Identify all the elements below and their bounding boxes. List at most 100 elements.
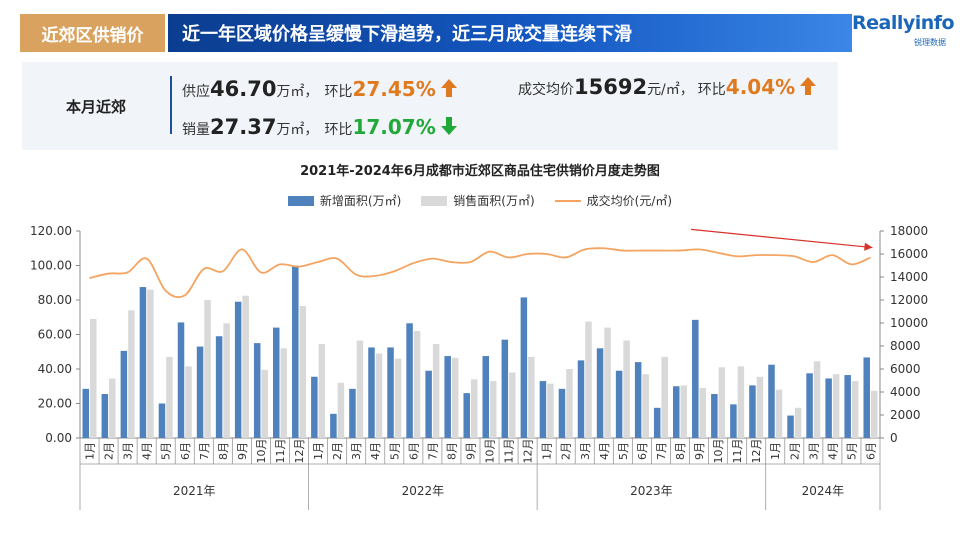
right-axis-tick-label: 18000 bbox=[890, 224, 928, 238]
left-axis-tick-label: 80.00 bbox=[38, 293, 72, 307]
sales-area-bar bbox=[280, 348, 287, 438]
new-area-bar bbox=[730, 404, 737, 438]
sales-area-bar bbox=[661, 356, 668, 438]
new-area-bar bbox=[844, 375, 851, 438]
supply-mom-value: 27.45% bbox=[352, 77, 436, 101]
month-label: 10月 bbox=[255, 439, 268, 464]
month-label: 9月 bbox=[693, 442, 706, 460]
sales-area-bar bbox=[509, 372, 516, 438]
new-area-bar bbox=[101, 394, 109, 438]
right-axis-tick-label: 0 bbox=[890, 431, 898, 445]
month-label: 7月 bbox=[198, 442, 211, 460]
supply-mom-prefix: 环比 bbox=[324, 84, 353, 100]
supply-sales-price-chart: 2021年-2024年6月成都市近郊区商品住宅供销价月度走势图 新增面积(万㎡)… bbox=[0, 150, 960, 540]
sales-area-bar bbox=[490, 381, 497, 438]
new-area-bar bbox=[806, 373, 813, 438]
new-area-bar bbox=[692, 319, 699, 438]
sales-area-bar bbox=[242, 295, 249, 438]
sales-area-bar bbox=[185, 366, 192, 438]
new-area-bar bbox=[215, 336, 223, 438]
month-label: 8月 bbox=[674, 442, 687, 460]
sales-area-bar bbox=[547, 383, 554, 438]
month-label: 3月 bbox=[807, 442, 820, 460]
sales-area-bar bbox=[813, 361, 821, 438]
month-label: 12月 bbox=[522, 439, 535, 464]
sales-area-bar bbox=[699, 387, 707, 438]
month-label: 10月 bbox=[712, 439, 725, 464]
new-area-bar bbox=[653, 407, 661, 438]
price-value: 15692 bbox=[574, 75, 648, 99]
avg-price-line bbox=[89, 247, 871, 299]
month-label: 3月 bbox=[350, 442, 363, 460]
month-label: 10月 bbox=[484, 439, 497, 464]
sales-area-bar bbox=[90, 318, 97, 438]
new-area-bar bbox=[387, 347, 394, 438]
sales-area-bar bbox=[261, 369, 268, 438]
month-label: 4月 bbox=[141, 442, 154, 460]
sales-area-bar bbox=[109, 378, 116, 438]
month-label: 1月 bbox=[541, 442, 554, 460]
month-label: 7月 bbox=[426, 442, 439, 460]
month-label: 5月 bbox=[845, 442, 858, 460]
month-label: 4月 bbox=[369, 442, 382, 460]
sales-area-bar bbox=[394, 358, 402, 438]
month-label: 1月 bbox=[312, 442, 325, 460]
new-area-bar bbox=[349, 388, 356, 438]
sales-mom-prefix: 环比 bbox=[324, 122, 353, 138]
sales-area-bar bbox=[375, 353, 383, 438]
sales-area-bar bbox=[147, 289, 154, 438]
sales-area-bar bbox=[451, 357, 459, 438]
new-area-bar bbox=[444, 356, 451, 438]
right-axis-tick-label: 2000 bbox=[890, 408, 921, 422]
price-mom-prefix: 环比 bbox=[697, 82, 726, 98]
year-label: 2023年 bbox=[630, 484, 673, 498]
new-area-bar bbox=[787, 415, 794, 438]
sales-area-bar bbox=[299, 306, 307, 438]
sales-area-bar bbox=[680, 385, 687, 438]
sales-prefix: 销量 bbox=[182, 122, 210, 138]
sales-area-bar bbox=[585, 321, 592, 438]
sales-area-bar bbox=[832, 374, 840, 438]
sales-area-bar bbox=[718, 367, 726, 438]
header-title: 近一年区域价格呈缓慢下滑趋势，近三月成交量连续下滑 bbox=[168, 14, 852, 52]
sales-mom-value: 17.07% bbox=[352, 115, 436, 139]
new-area-bar bbox=[711, 394, 718, 438]
month-label: 3月 bbox=[122, 442, 135, 460]
new-area-bar bbox=[673, 386, 680, 438]
new-area-bar bbox=[615, 370, 623, 438]
year-label: 2022年 bbox=[402, 484, 445, 498]
sales-area-bar bbox=[318, 343, 326, 438]
month-label: 5月 bbox=[388, 442, 401, 460]
month-label: 5月 bbox=[160, 442, 173, 460]
new-area-bar bbox=[539, 381, 547, 438]
new-area-bar bbox=[196, 346, 204, 438]
right-axis-tick-label: 16000 bbox=[890, 247, 928, 261]
left-axis-tick-label: 60.00 bbox=[38, 328, 72, 342]
month-label: 12月 bbox=[293, 439, 306, 464]
right-axis-tick-label: 6000 bbox=[890, 362, 921, 376]
trend-arrow-line bbox=[690, 228, 873, 249]
month-label: 4月 bbox=[598, 442, 611, 460]
new-area-bar bbox=[368, 347, 375, 438]
sales-area-bar bbox=[604, 327, 611, 438]
sales-unit: 万㎡， bbox=[276, 122, 319, 138]
new-area-bar bbox=[463, 393, 470, 438]
right-axis-tick-label: 14000 bbox=[890, 270, 928, 284]
supply-value: 46.70 bbox=[210, 77, 277, 101]
sales-area-bar bbox=[204, 300, 211, 438]
new-area-bar bbox=[82, 388, 90, 438]
sales-area-bar bbox=[337, 382, 345, 438]
sales-area-bar bbox=[870, 390, 878, 438]
supply-prefix: 供应 bbox=[182, 84, 210, 100]
sales-area-bar bbox=[223, 323, 230, 438]
month-label: 2月 bbox=[560, 442, 573, 460]
chart-plot: 0.00 20.00 40.00 60.00 80.00 100.00 120.00 0 200… bbox=[30, 224, 928, 510]
month-label: 9月 bbox=[464, 442, 477, 460]
new-area-bar bbox=[234, 301, 242, 438]
price-stat: 成交均价 15692 元/㎡， 环比 4.04% bbox=[518, 74, 817, 99]
month-label: 3月 bbox=[579, 442, 592, 460]
sales-area-bar bbox=[470, 379, 478, 438]
price-unit: 元/㎡， bbox=[647, 82, 694, 98]
logo-subtext: 锐理数据 bbox=[914, 38, 946, 47]
new-area-bar bbox=[273, 327, 280, 438]
